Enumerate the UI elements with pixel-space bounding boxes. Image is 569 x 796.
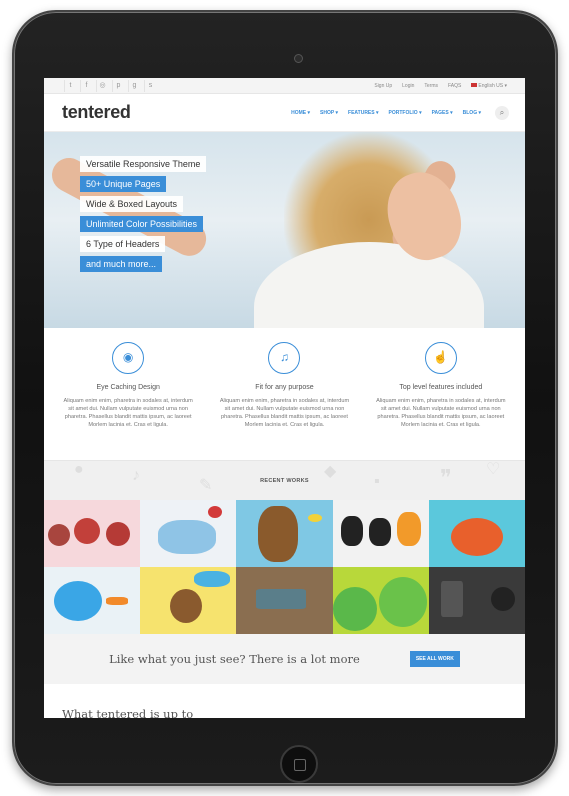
hero-tag: Wide & Boxed Layouts xyxy=(80,196,184,212)
portfolio-tile[interactable] xyxy=(428,500,525,567)
portfolio-grid xyxy=(44,500,525,634)
main-nav: HOME ▾ SHOP ▾ FEATURES ▾ PORTFOLIO ▾ PAG… xyxy=(291,105,509,120)
cta-text: Like what you just see? There is a lot m… xyxy=(109,652,360,666)
top-links: Sign Up Login Terms FAQS English US ▾ xyxy=(374,83,507,89)
heart-icon: ♡ xyxy=(486,461,501,478)
facebook-icon[interactable]: f xyxy=(80,79,92,92)
social-links: t f ◎ p g s xyxy=(64,79,156,92)
nav-portfolio[interactable]: PORTFOLIO ▾ xyxy=(389,110,422,116)
see-all-work-button[interactable]: SEE ALL WORK xyxy=(409,651,460,667)
photo-illustration xyxy=(256,589,307,609)
language-selector[interactable]: English US ▾ xyxy=(471,83,507,89)
home-button[interactable] xyxy=(280,745,318,783)
hero-tag: Unlimited Color Possibilities xyxy=(80,216,204,232)
character-illustration xyxy=(332,587,377,631)
nav-blog-label: BLOG xyxy=(462,109,478,116)
character-illustration xyxy=(340,516,363,546)
feature-item: ☝ Top level features included Aliquam en… xyxy=(376,342,506,460)
nav-home-label: HOME xyxy=(291,109,307,116)
portfolio-tile[interactable] xyxy=(428,567,525,634)
github-icon[interactable]: ◎ xyxy=(96,79,108,92)
browser-screen: t f ◎ p g s Sign Up Login Terms FAQS Eng… xyxy=(44,78,525,718)
login-link[interactable]: Login xyxy=(402,83,414,89)
skype-icon[interactable]: s xyxy=(144,79,156,92)
eye-icon: ◉ xyxy=(112,342,145,374)
google-plus-icon[interactable]: g xyxy=(128,79,140,92)
site-logo[interactable]: tentered xyxy=(62,102,131,123)
feature-text: Aliquam enim enim, pharetra in sodales a… xyxy=(219,398,350,429)
hero-tag: 6 Type of Headers xyxy=(80,236,166,252)
feature-item: ◉ Eye Caching Design Aliquam enim enim, … xyxy=(63,342,193,460)
signup-link[interactable]: Sign Up xyxy=(374,83,392,89)
character-illustration xyxy=(106,597,128,605)
feature-title: Eye Caching Design xyxy=(96,384,160,391)
nav-pages[interactable]: PAGES ▾ xyxy=(432,110,453,116)
feature-item: ♫ Fit for any purpose Aliquam enim enim,… xyxy=(219,342,349,460)
twitter-icon[interactable]: t xyxy=(64,79,76,92)
character-illustration xyxy=(106,522,130,546)
nav-shop-label: SHOP xyxy=(320,109,335,116)
portfolio-tile[interactable] xyxy=(140,500,237,567)
portfolio-tile[interactable] xyxy=(332,567,429,634)
terms-link[interactable]: Terms xyxy=(424,83,438,89)
portfolio-tile[interactable] xyxy=(236,500,333,567)
nav-pages-label: PAGES xyxy=(431,109,449,116)
hero-tags: Versatile Responsive Theme 50+ Unique Pa… xyxy=(80,156,207,272)
character-illustration xyxy=(170,589,203,623)
thumbs-up-icon: ☝ xyxy=(424,342,457,374)
character-illustration xyxy=(54,581,102,621)
character-illustration xyxy=(158,520,217,554)
chat-bubble-icon: ● xyxy=(74,461,84,478)
recent-works-title: RECENT WORKS xyxy=(260,478,309,484)
search-icon[interactable]: ⌕ xyxy=(495,105,509,120)
nav-portfolio-label: PORTFOLIO xyxy=(388,109,418,116)
top-bar: t f ◎ p g s Sign Up Login Terms FAQS Eng… xyxy=(44,78,525,94)
hero-tag: Versatile Responsive Theme xyxy=(80,156,207,172)
character-illustration xyxy=(368,518,391,546)
portfolio-tile[interactable] xyxy=(44,500,141,567)
language-label: English US xyxy=(478,82,504,89)
character-illustration xyxy=(308,514,323,522)
photo-illustration xyxy=(440,581,463,617)
recent-works-header: ● ♪ ✎ ◆ ▪ ❞ ♡ RECENT WORKS xyxy=(44,460,525,500)
portfolio-tile[interactable] xyxy=(44,567,141,634)
feature-title: Top level features included xyxy=(399,384,483,391)
nav-features-label: FEATURES xyxy=(348,109,375,116)
character-illustration xyxy=(450,518,503,556)
headphones-icon: ♫ xyxy=(268,342,301,374)
portfolio-tile[interactable] xyxy=(332,500,429,567)
character-illustration xyxy=(74,518,100,544)
flag-icon xyxy=(471,83,478,88)
hero-tag: 50+ Unique Pages xyxy=(80,176,167,192)
nav-home[interactable]: HOME ▾ xyxy=(291,110,310,116)
portfolio-tile[interactable] xyxy=(236,567,333,634)
call-to-action: Like what you just see? There is a lot m… xyxy=(44,634,525,684)
section-title: What tentered is up to xyxy=(62,707,194,718)
hero-banner: Versatile Responsive Theme 50+ Unique Pa… xyxy=(44,132,525,328)
hero-tag: and much more... xyxy=(80,256,163,272)
character-illustration xyxy=(258,506,299,562)
pinterest-icon[interactable]: p xyxy=(112,79,124,92)
nav-blog[interactable]: BLOG ▾ xyxy=(463,110,481,116)
character-illustration xyxy=(208,506,223,518)
features-section: ◉ Eye Caching Design Aliquam enim enim, … xyxy=(44,328,525,460)
faqs-link[interactable]: FAQS xyxy=(448,83,461,89)
character-illustration xyxy=(194,571,231,587)
feature-text: Aliquam enim enim, pharetra in sodales a… xyxy=(376,398,506,429)
character-illustration xyxy=(396,512,421,546)
front-camera xyxy=(294,54,303,63)
character-illustration xyxy=(378,577,427,627)
feature-title: Fit for any purpose xyxy=(255,384,314,391)
nav-shop[interactable]: SHOP ▾ xyxy=(320,110,338,116)
portfolio-tile[interactable] xyxy=(140,567,237,634)
feature-text: Aliquam enim enim, pharetra in sodales a… xyxy=(63,398,193,429)
character-illustration xyxy=(48,524,70,546)
photo-illustration xyxy=(490,587,515,611)
site-header: tentered HOME ▾ SHOP ▾ FEATURES ▾ PORTFO… xyxy=(44,94,525,132)
nav-features[interactable]: FEATURES ▾ xyxy=(348,110,378,116)
